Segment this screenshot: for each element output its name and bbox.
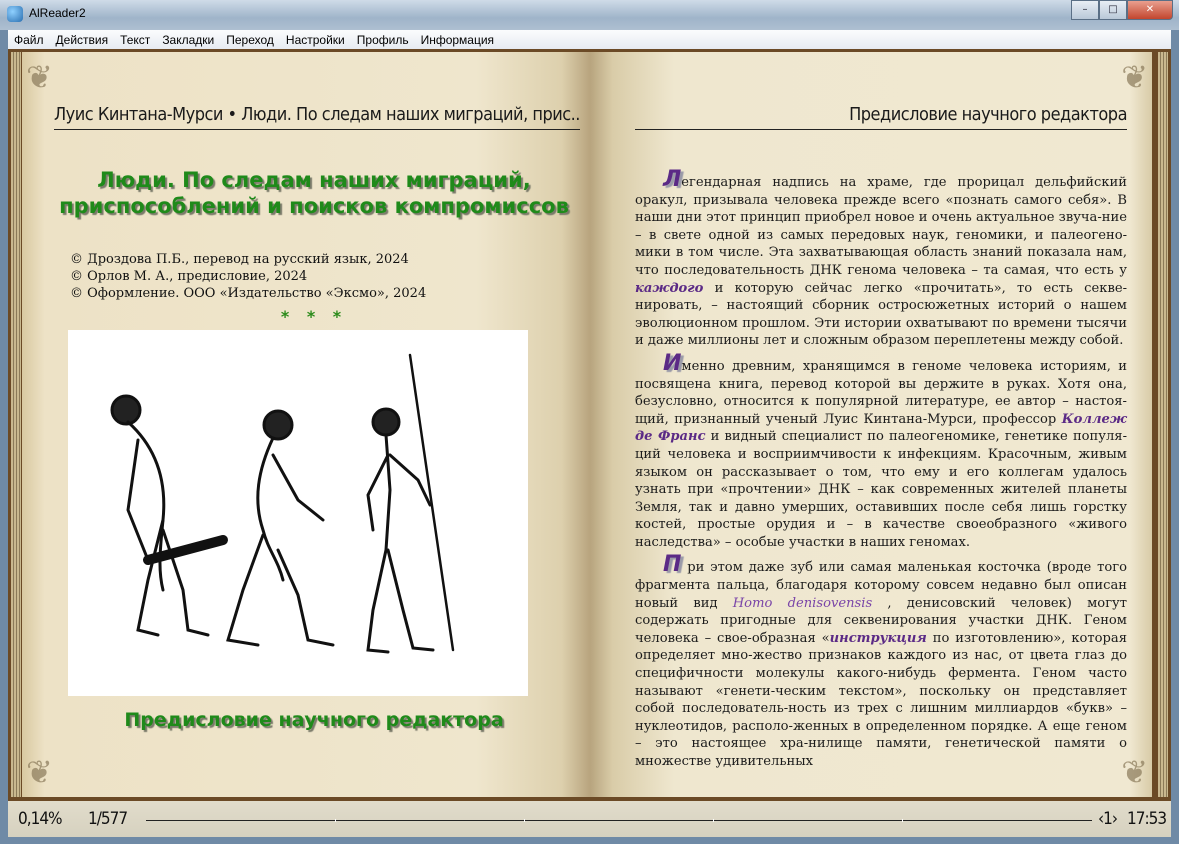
figure-modern-human <box>366 353 455 654</box>
app-icon <box>7 6 23 22</box>
paragraph: Легендарная надпись на храме, где прориц… <box>635 169 1127 350</box>
drop-cap: И <box>663 350 682 376</box>
menu-profile[interactable]: Профиль <box>351 33 415 47</box>
page-text: Легендарная надпись на храме, где прориц… <box>635 169 1127 779</box>
page-edge-left <box>11 52 21 797</box>
text-segment: по изготовлению», которая определяет мно… <box>635 630 1127 769</box>
text-segment: и которую сейчас легко «прочитать», то е… <box>635 280 1127 349</box>
running-header: Предисловие научного редактора <box>635 104 1128 130</box>
minimize-button[interactable]: – <box>1071 0 1099 20</box>
menu-navigate[interactable]: Переход <box>220 33 280 47</box>
paragraph: П ри этом даже зуб или самая маленькая к… <box>635 554 1127 770</box>
menu-file[interactable]: Файл <box>8 33 50 47</box>
separator: * * * <box>280 307 348 326</box>
ornament-icon: ❦ <box>1121 58 1148 96</box>
ornament-icon: ❦ <box>26 58 53 96</box>
title-bar: AlReader2 – □ ✕ <box>0 0 1179 30</box>
figure-archaic-human <box>226 409 335 647</box>
illustration-human-evolution <box>68 330 528 696</box>
status-bar: 0,14% 1/577 ‹1› 17:53 <box>8 801 1171 837</box>
figure-primate <box>110 394 228 637</box>
book-title: Люди. По следам наших миграций, приспосо… <box>59 168 569 218</box>
chapter-indicator[interactable]: ‹1› <box>1098 809 1118 829</box>
text-segment: егендарная надпись на храме, где прорица… <box>635 175 1127 278</box>
drop-cap: П <box>663 552 682 578</box>
progress-bar[interactable] <box>146 819 1092 822</box>
paragraph: Именно древним, хранящимся в геноме чело… <box>635 352 1127 552</box>
running-header: Луис Кинтана-Мурси • Люди. По следам наш… <box>54 104 580 130</box>
left-page[interactable]: ❦ ❦ Луис Кинтана-Мурси • Люди. По следам… <box>22 52 590 797</box>
copyright-line: © Дроздова П.Б., перевод на русский язык… <box>70 252 409 267</box>
page-edge-right <box>1158 52 1168 797</box>
menu-bar: Файл Действия Текст Закладки Переход Нас… <box>8 30 1171 49</box>
copyright-line: © Оформление. ООО «Издательство «Эксмо»,… <box>70 286 427 301</box>
menu-actions[interactable]: Действия <box>50 33 115 47</box>
close-button[interactable]: ✕ <box>1127 0 1173 20</box>
copyright-block: © Дроздова П.Б., перевод на русский язык… <box>70 251 426 302</box>
window-title: AlReader2 <box>29 6 86 20</box>
emphasis-text: инструкция <box>829 630 927 646</box>
page-counter[interactable]: 1/577 <box>88 809 128 829</box>
text-segment: менно древним, хранящимся в геноме челов… <box>635 358 1127 427</box>
emphasis-text: Homo denisovensis <box>732 595 873 611</box>
text-segment: и видный специалист по палеогеномике, ге… <box>635 429 1127 550</box>
maximize-button[interactable]: □ <box>1099 0 1127 20</box>
right-page[interactable]: ❦ ❦ Предисловие научного редактора Леген… <box>590 52 1152 797</box>
book-view[interactable]: ❦ ❦ Луис Кинтана-Мурси • Люди. По следам… <box>8 49 1171 801</box>
menu-bookmarks[interactable]: Закладки <box>156 33 220 47</box>
emphasis-text: каждого <box>635 280 704 296</box>
menu-text[interactable]: Текст <box>114 33 156 47</box>
menu-settings[interactable]: Настройки <box>280 33 351 47</box>
menu-info[interactable]: Информация <box>415 33 500 47</box>
drop-cap: Л <box>663 167 682 192</box>
copyright-line: © Орлов М. А., предисловие, 2024 <box>70 269 308 284</box>
section-title: Предисловие научного редактора <box>124 709 504 731</box>
ornament-icon: ❦ <box>26 753 53 791</box>
progress-percent: 0,14% <box>18 809 63 829</box>
clock: 17:53 <box>1127 809 1167 829</box>
